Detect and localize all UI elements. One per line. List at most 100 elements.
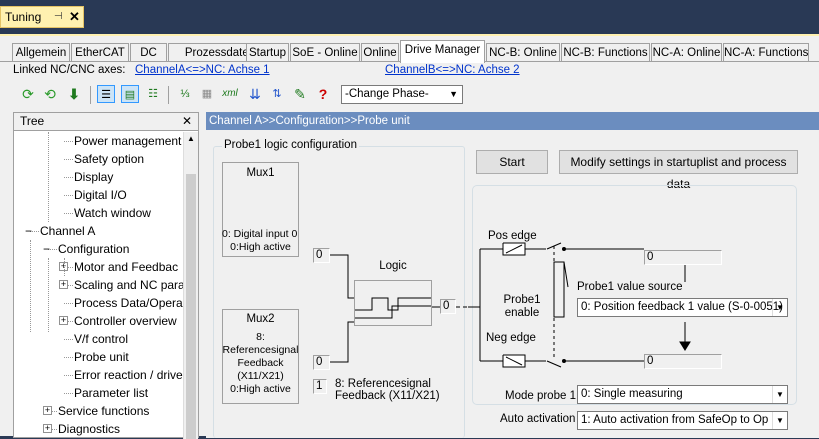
- mux2-line: 0:High active: [230, 383, 291, 395]
- tree-guide-line: [48, 132, 49, 222]
- tab-dc[interactable]: DC: [130, 43, 167, 62]
- panel-view-icon[interactable]: ▤: [121, 85, 139, 103]
- expand-icon[interactable]: +: [59, 280, 68, 289]
- mux1-line1: 0: Digital input 0: [222, 228, 298, 240]
- change-phase-select[interactable]: -Change Phase- ▼: [341, 85, 463, 104]
- scale-icon[interactable]: ⅓: [176, 85, 194, 103]
- tree-connector: [64, 213, 73, 214]
- tree-item-parameter-list[interactable]: Parameter list: [74, 384, 148, 402]
- tree-item-safety-option[interactable]: Safety option: [74, 150, 144, 168]
- close-icon[interactable]: ✕: [182, 113, 192, 130]
- auto-activation-select[interactable]: 1: Auto activation from SafeOp to Op ▼: [577, 411, 788, 430]
- title-bar: Tuning ⊣ ✕: [0, 0, 819, 34]
- expand-icon[interactable]: +: [43, 424, 52, 433]
- chevron-down-icon: ▼: [772, 412, 787, 429]
- tree-item-motor-and-feedbac[interactable]: Motor and Feedbac: [74, 258, 178, 276]
- logic-output-value: 0: [440, 299, 456, 314]
- close-icon[interactable]: ✕: [69, 7, 80, 27]
- tree-item-power-management[interactable]: Power management: [74, 132, 181, 150]
- grid-icon[interactable]: ▦: [198, 85, 216, 103]
- mux2-info-line1: 8: Referencesignal: [335, 378, 431, 390]
- help-icon[interactable]: ?: [314, 85, 332, 103]
- sync-icon[interactable]: ⟲: [41, 85, 59, 103]
- expand-icon[interactable]: +: [43, 406, 52, 415]
- wizard-icon[interactable]: ✎: [291, 85, 309, 103]
- probe-enable-line1: Probe1: [503, 294, 541, 306]
- tree-item-channel-a[interactable]: Channel A: [40, 222, 95, 240]
- mux2-info-value: 1: [313, 379, 327, 394]
- scrollbar-thumb[interactable]: [186, 174, 196, 439]
- tree-item-diagnostics[interactable]: Diagnostics: [58, 420, 120, 438]
- mode-probe-select[interactable]: 0: Single measuring ▼: [577, 385, 788, 404]
- collapse-icon[interactable]: −: [25, 225, 32, 237]
- tab-ethercat[interactable]: EtherCAT: [71, 43, 129, 62]
- logic-box[interactable]: [354, 280, 432, 326]
- tab-nc-b-functions[interactable]: NC-B: Functions: [561, 43, 650, 62]
- mode-probe-label: Mode probe 1: [505, 390, 576, 402]
- probe-enable-line2: enable: [504, 307, 540, 319]
- value-source-select[interactable]: 0: Position feedback 1 value (S-0-0051) …: [577, 298, 788, 317]
- list-view-icon[interactable]: ☷: [144, 85, 162, 103]
- tab-allgemein[interactable]: Allgemein: [12, 43, 70, 62]
- toolbar: ⟳ ⟲ ⬇ ☰ ▤ ☷ ⅓ ▦ xml ⇊ ⇅ ✎ ? -Change Phas…: [10, 82, 819, 108]
- tree-item-digital-i-o[interactable]: Digital I/O: [74, 186, 127, 204]
- reload-icon[interactable]: ⟳: [19, 85, 37, 103]
- tree-guide-line: [64, 258, 65, 276]
- pin-icon[interactable]: ⊣: [54, 7, 63, 27]
- tree-item-configuration[interactable]: Configuration: [58, 240, 129, 258]
- tree-item-probe-unit[interactable]: Probe unit: [74, 348, 129, 366]
- tab-nc-a-functions[interactable]: NC-A: Functions: [723, 43, 809, 62]
- tab-nc-a-online[interactable]: NC-A: Online: [651, 43, 722, 62]
- tab-drive-manager[interactable]: Drive Manager: [400, 40, 485, 63]
- document-tab-title: Tuning: [5, 10, 42, 24]
- tree-title: Tree: [20, 114, 45, 128]
- tab-soe-online[interactable]: SoE - Online: [290, 43, 360, 62]
- tree-item-controller-overview[interactable]: Controller overview: [74, 312, 177, 330]
- tree-item-display[interactable]: Display: [74, 168, 113, 186]
- tree-item-error-reaction-drive[interactable]: Error reaction / drive: [74, 366, 183, 384]
- tab-startup[interactable]: Startup: [246, 43, 289, 62]
- channel-a-link[interactable]: ChannelA<=>NC: Achse 1: [135, 64, 270, 76]
- tree-item-process-data-opera[interactable]: Process Data/Opera: [74, 294, 183, 312]
- tree-connector: [64, 303, 73, 304]
- mux2-info-line2: Feedback (X11/X21): [335, 390, 440, 402]
- mux1-line2: 0:High active: [230, 241, 291, 253]
- chevron-down-icon: ▼: [772, 299, 787, 316]
- download-icon[interactable]: ⬇: [65, 85, 83, 103]
- mux2-title: Mux2: [246, 313, 275, 325]
- mode-probe-selected: 0: Single measuring: [581, 388, 683, 400]
- tree-scrollbar[interactable]: ▲: [183, 132, 198, 439]
- value-source-label: Probe1 value source: [577, 281, 683, 293]
- mux2-line: (X11/X21): [237, 370, 284, 382]
- linked-axes-label: Linked NC/CNC axes:: [13, 64, 126, 76]
- tree-item-service-functions[interactable]: Service functions: [58, 402, 149, 420]
- tree-item-scaling-and-nc-para[interactable]: Scaling and NC para: [74, 276, 184, 294]
- channel-b-link[interactable]: ChannelB<=>NC: Achse 2: [385, 64, 520, 76]
- document-tab-tuning[interactable]: Tuning ⊣ ✕: [0, 6, 84, 28]
- tab-online[interactable]: Online: [361, 43, 399, 62]
- tab-nc-b-online[interactable]: NC-B: Online: [486, 43, 560, 62]
- logic-title: Logic: [379, 260, 407, 272]
- xml-icon[interactable]: xml: [219, 85, 241, 103]
- chevron-up-icon[interactable]: ▲: [187, 134, 195, 143]
- tree-item-v-f-control[interactable]: V/f control: [74, 330, 128, 348]
- tree-view-icon[interactable]: ☰: [97, 85, 115, 103]
- expand-icon[interactable]: +: [59, 316, 68, 325]
- tree-connector: [64, 375, 73, 376]
- content-panel: Channel A>>Configuration>>Probe unit Pro…: [206, 112, 819, 438]
- mux2-line: Feedback: [237, 357, 284, 369]
- neg-edge-value: 0: [644, 354, 722, 369]
- import-icon[interactable]: ⇊: [246, 85, 264, 103]
- sort-icon[interactable]: ⇅: [268, 85, 286, 103]
- tree-connector: [64, 159, 73, 160]
- toolbar-separator: [168, 86, 169, 104]
- auto-activation-label: Auto activation: [500, 413, 576, 425]
- tree-item-watch-window[interactable]: Watch window: [74, 204, 151, 222]
- chevron-down-icon: ▼: [449, 89, 458, 99]
- tree-connector: [64, 339, 73, 340]
- collapse-icon[interactable]: −: [43, 243, 50, 255]
- mux1-output-value: 0: [313, 248, 330, 263]
- chevron-down-icon: ▼: [772, 386, 787, 403]
- auto-activation-selected: 1: Auto activation from SafeOp to Op: [581, 414, 769, 426]
- pos-edge-value: 0: [644, 250, 722, 265]
